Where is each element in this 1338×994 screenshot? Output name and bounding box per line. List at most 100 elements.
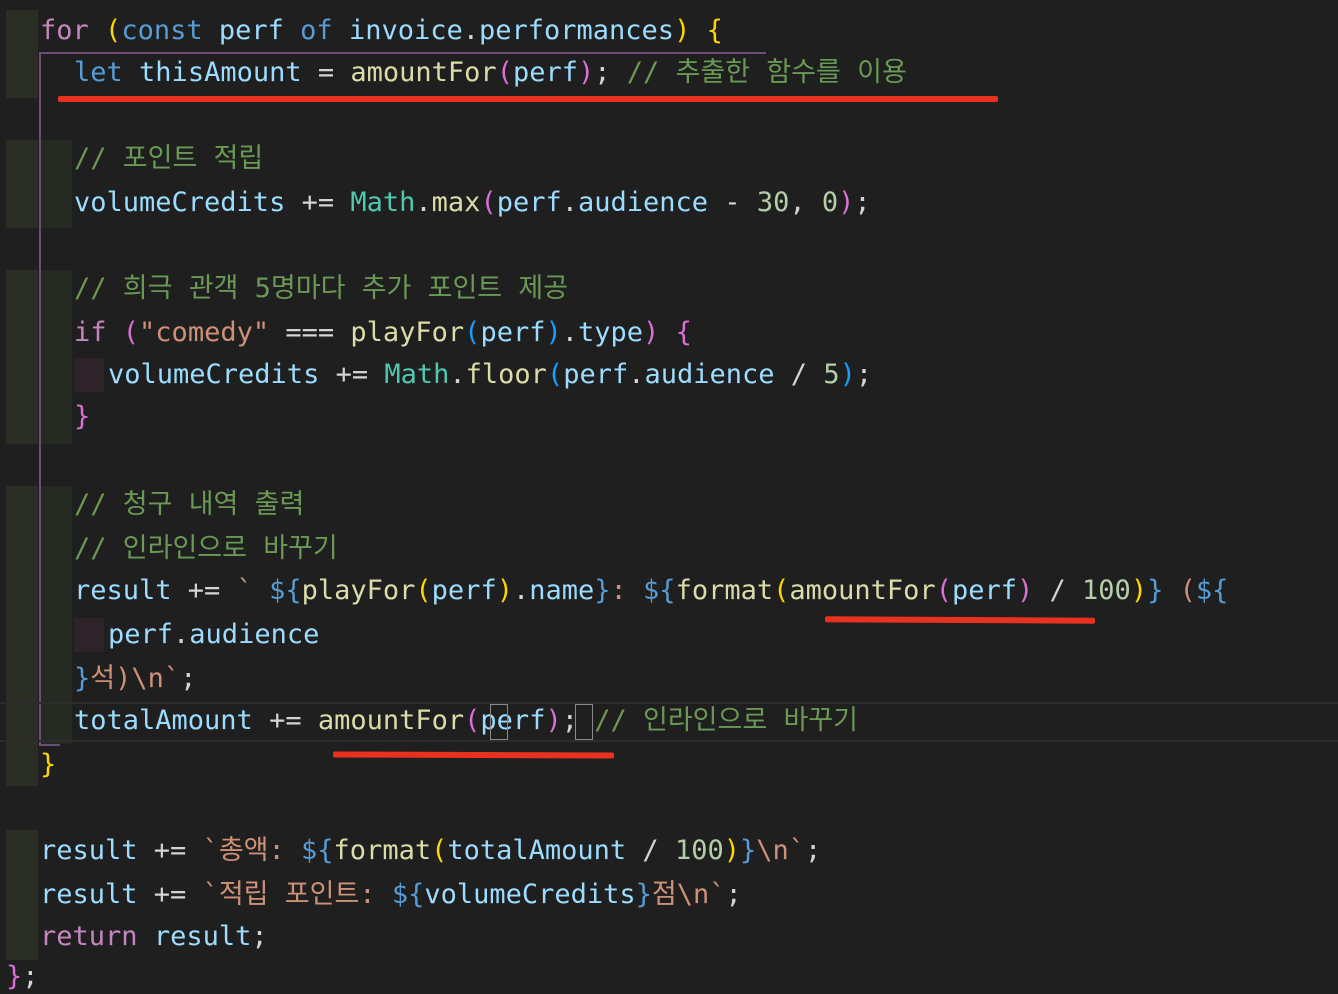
code-token: +=	[137, 835, 203, 866]
code-editor[interactable]: for (const perf of invoice.performances)…	[0, 0, 1338, 992]
code-token: (	[935, 575, 952, 606]
code-line[interactable]: }석)\n`;	[74, 662, 196, 696]
code-line[interactable]: // 희극 관객 5명마다 추가 포인트 제공	[74, 272, 568, 306]
code-token: format	[333, 835, 432, 866]
code-line[interactable]: // 청구 내역 출력	[74, 488, 304, 522]
code-token: name	[529, 575, 595, 606]
bracket-pair-guide	[39, 52, 41, 746]
code-line[interactable]: }	[40, 748, 56, 782]
code-token: ;	[251, 921, 268, 952]
code-token: of	[300, 15, 333, 46]
code-token: .	[512, 575, 530, 606]
code-token: playFor	[350, 317, 465, 348]
code-line[interactable]: result += ` ${playFor(perf).name}: ${for…	[74, 574, 1228, 608]
code-token: }	[40, 749, 57, 780]
code-token: =	[301, 57, 351, 88]
code-line[interactable]: volumeCredits += Math.floor(perf.audienc…	[108, 358, 872, 392]
code-token: 100	[674, 835, 724, 866]
code-token: volumeCredits	[424, 879, 636, 910]
code-token: /	[774, 359, 824, 390]
code-token: result	[74, 575, 172, 606]
code-line[interactable]: if ("comedy" === playFor(perf).type) {	[74, 316, 692, 350]
code-token: perf	[108, 619, 174, 650]
code-token: perf	[480, 317, 546, 348]
annotation-underline	[58, 96, 998, 102]
code-token: )	[578, 57, 595, 88]
indent-shade	[6, 10, 38, 98]
code-line[interactable]: // 포인트 적립	[74, 142, 263, 176]
code-token: +=	[252, 705, 318, 736]
indent-shade	[40, 140, 72, 228]
code-token: .	[561, 317, 578, 348]
code-token: invoice	[348, 15, 463, 46]
code-token: )	[545, 705, 562, 736]
code-token: {	[706, 15, 723, 46]
code-line[interactable]: return result;	[40, 920, 268, 954]
code-token: "comedy"	[139, 317, 270, 348]
matching-bracket-highlight	[575, 704, 593, 740]
code-token: )	[723, 835, 740, 866]
code-token: audience	[644, 359, 775, 390]
code-token: // 인라인으로 바꾸기	[74, 533, 338, 564]
code-token: // 추출한 함수를 이용	[626, 57, 907, 88]
code-token: 30	[756, 187, 790, 218]
code-token: Math	[350, 187, 416, 218]
code-token: max	[431, 187, 481, 218]
code-line[interactable]: volumeCredits += Math.max(perf.audience …	[74, 186, 871, 220]
code-token: (	[122, 317, 140, 348]
code-token: }	[1147, 575, 1164, 606]
code-line[interactable]: result += `적립 포인트: ${volumeCredits}점\n`;	[40, 878, 742, 912]
code-token: )	[1016, 575, 1034, 606]
code-token: 0	[821, 187, 839, 218]
code-token: (	[431, 835, 448, 866]
code-line[interactable]: let thisAmount = amountFor(perf); // 추출한…	[74, 56, 907, 90]
code-token: (	[773, 575, 790, 606]
code-token: `총액:	[202, 835, 302, 866]
code-token: ${	[643, 575, 676, 606]
indent-shade	[6, 830, 38, 960]
code-token: +=	[137, 879, 203, 910]
code-line[interactable]: }	[74, 400, 90, 434]
code-token: )	[545, 317, 562, 348]
code-token: Math	[384, 359, 450, 390]
code-token: perf	[218, 15, 284, 46]
code-token: (	[464, 317, 481, 348]
code-token: perf	[512, 57, 578, 88]
code-line[interactable]: };	[6, 960, 39, 994]
code-token: result	[40, 835, 138, 866]
code-token: )	[674, 15, 691, 46]
code-token: )	[839, 359, 856, 390]
matching-bracket-highlight	[490, 704, 508, 740]
code-token: ;	[855, 359, 873, 390]
code-line[interactable]: for (const perf of invoice.performances)…	[40, 14, 723, 48]
code-token: ,	[789, 187, 822, 218]
code-line[interactable]: perf.audience	[108, 618, 319, 652]
code-token: )	[643, 317, 660, 348]
code-token: .	[561, 187, 578, 218]
code-token: audience	[189, 619, 320, 650]
code-token: ${	[1195, 575, 1229, 606]
code-token: /	[1033, 575, 1083, 606]
code-token: ;	[805, 835, 822, 866]
code-token: {	[675, 317, 692, 348]
code-token: +=	[171, 575, 237, 606]
code-token: ;	[725, 879, 742, 910]
code-line[interactable]: totalAmount += amountFor(perf); // 인라인으로…	[74, 704, 858, 738]
code-token: 100	[1082, 575, 1131, 606]
code-token: .	[173, 619, 190, 650]
code-token: (	[546, 359, 564, 390]
code-token: )	[838, 187, 855, 218]
code-token: }	[594, 575, 611, 606]
wrap-indent	[74, 618, 104, 652]
code-token: perf	[496, 187, 562, 218]
code-line[interactable]: result += `총액: ${format(totalAmount / 10…	[40, 834, 821, 868]
code-token: // 청구 내역 출력	[74, 489, 305, 520]
code-token: )	[1130, 575, 1148, 606]
code-token: }	[74, 663, 91, 694]
annotation-underline	[824, 616, 1096, 624]
code-line[interactable]: // 인라인으로 바꾸기	[74, 532, 338, 566]
